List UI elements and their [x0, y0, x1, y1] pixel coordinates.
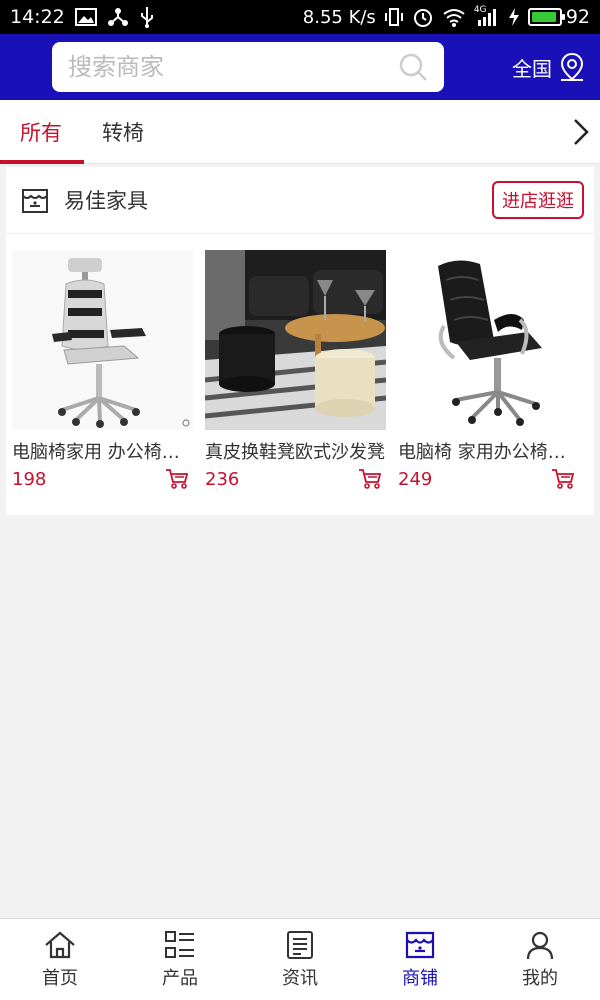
nav-home-label: 首页 — [42, 967, 78, 989]
category-tabs: 所有 转椅 — [0, 100, 600, 164]
product-image[interactable] — [205, 250, 386, 430]
product-price: 249 — [398, 468, 433, 490]
search-box[interactable] — [52, 42, 444, 92]
nav-shops-label: 商铺 — [402, 967, 438, 989]
image-notification-icon — [74, 8, 97, 26]
nav-shops[interactable]: 商铺 — [360, 919, 480, 1000]
search-icon[interactable] — [398, 52, 428, 82]
nav-news-label: 资讯 — [282, 967, 318, 989]
alarm-icon — [412, 6, 434, 28]
product-card[interactable]: 电脑椅 家用办公椅子老板椅 249 — [398, 250, 579, 490]
battery-fill — [531, 12, 556, 22]
product-title[interactable]: 电脑椅家用 办公椅子 电竞游戏椅 — [12, 438, 193, 464]
store-header: 易佳家具 进店逛逛 — [6, 167, 594, 234]
share-icon — [107, 7, 129, 27]
nav-home[interactable]: 首页 — [0, 919, 120, 1000]
tab-swivel-chair[interactable]: 转椅 — [82, 100, 164, 164]
header-bar: 全国 — [0, 34, 600, 100]
store-icon — [20, 185, 50, 215]
usb-icon — [139, 6, 155, 28]
store-card: 易佳家具 进店逛逛 电脑椅家用 办公椅子 198 真皮换鞋凳欧式沙发凳 236 … — [6, 167, 594, 515]
home-icon — [44, 930, 76, 960]
status-bar: 14:22 8.55 K/s 4G 92 — [0, 0, 600, 34]
tab-all[interactable]: 所有 — [0, 100, 84, 164]
search-input[interactable] — [68, 53, 398, 81]
region-label: 全国 — [512, 56, 552, 81]
bottom-nav: 首页 产品 资讯 商铺 我的 — [0, 918, 600, 1000]
nav-products[interactable]: 产品 — [120, 919, 240, 1000]
region-selector[interactable]: 全国 — [512, 52, 586, 82]
battery-percent: 92 — [565, 6, 590, 28]
store-name[interactable]: 易佳家具 — [64, 185, 148, 215]
nav-products-label: 产品 — [162, 967, 198, 989]
product-title[interactable]: 电脑椅 家用办公椅子老板椅 — [398, 438, 579, 464]
tabs-more-button[interactable] — [572, 117, 590, 147]
chevron-right-icon — [572, 117, 590, 147]
visit-store-button[interactable]: 进店逛逛 — [492, 181, 584, 219]
product-card[interactable]: 电脑椅家用 办公椅子 电竞游戏椅 198 — [12, 250, 193, 490]
news-icon — [285, 930, 315, 960]
vibrate-icon — [384, 7, 404, 27]
battery-indicator: 92 — [527, 6, 590, 28]
status-time: 14:22 — [10, 6, 65, 28]
location-pin-icon — [558, 52, 586, 82]
product-list: 电脑椅家用 办公椅子 电竞游戏椅 198 — [6, 234, 594, 490]
product-image[interactable] — [398, 250, 579, 430]
product-title[interactable]: 真皮换鞋凳欧式沙发凳 — [205, 438, 386, 464]
charging-icon — [508, 7, 520, 27]
product-price: 236 — [205, 468, 240, 490]
user-icon — [525, 930, 555, 960]
nav-profile-label: 我的 — [522, 967, 558, 989]
wifi-icon — [442, 7, 466, 27]
nav-news[interactable]: 资讯 — [240, 919, 360, 1000]
cart-icon[interactable] — [551, 468, 575, 490]
product-image[interactable] — [12, 250, 193, 430]
cart-icon[interactable] — [358, 468, 382, 490]
network-speed: 8.55 K/s — [302, 6, 376, 28]
signal-icon: 4G — [473, 5, 500, 27]
nav-profile[interactable]: 我的 — [480, 919, 600, 1000]
product-card[interactable]: 真皮换鞋凳欧式沙发凳 236 — [205, 250, 386, 490]
cart-icon[interactable] — [165, 468, 189, 490]
battery-icon — [527, 8, 565, 26]
product-price: 198 — [12, 468, 47, 490]
shop-icon — [404, 930, 436, 960]
network-type: 4G — [473, 5, 487, 15]
list-icon — [164, 930, 196, 960]
